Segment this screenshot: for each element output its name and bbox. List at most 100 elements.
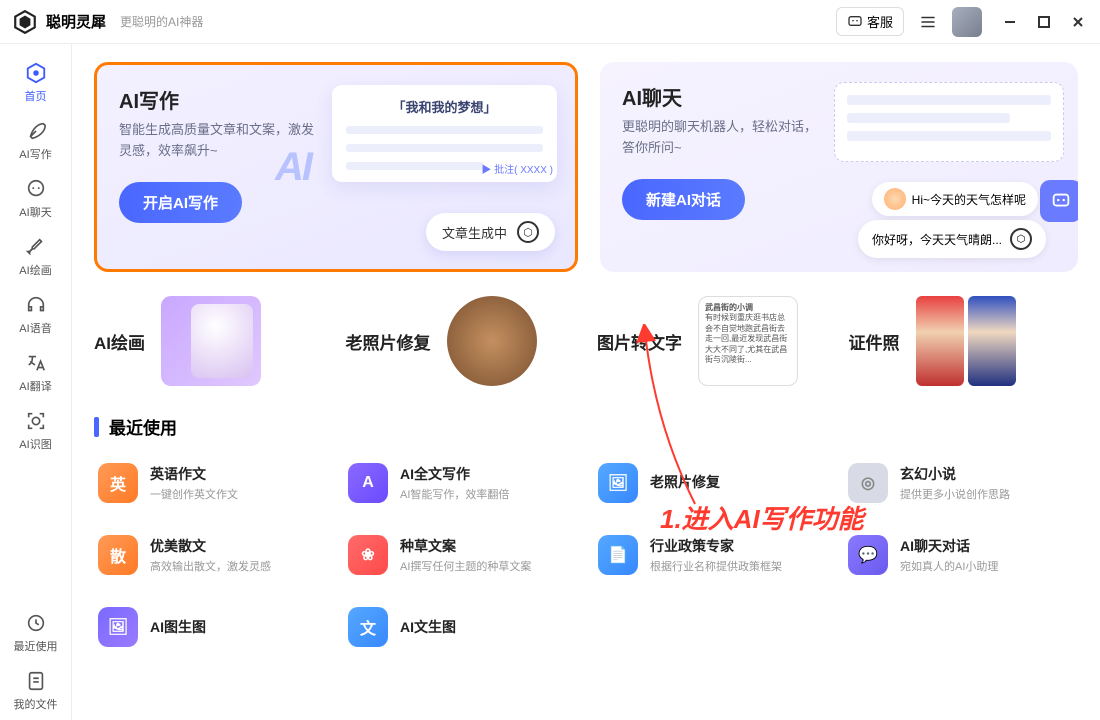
recent-desc: 一键创作英文作文 (150, 486, 238, 502)
headphone-icon (25, 294, 47, 316)
recent-title: 种草文案 (400, 536, 531, 556)
sidebar-item-label: AI绘画 (19, 262, 51, 278)
hero-card-writing[interactable]: AI写作 智能生成高质量文章和文案，激发灵感，效率飙升~ 开启AI写作 AI 「… (94, 62, 578, 272)
recent-icon: 🖼 (98, 607, 138, 647)
category-thumb-id (916, 296, 1016, 386)
hero-row: AI写作 智能生成高质量文章和文案，激发灵感，效率飙升~ 开启AI写作 AI 「… (94, 62, 1078, 272)
scan-icon (25, 410, 47, 432)
maximize-button[interactable] (1034, 12, 1054, 32)
recent-section-title: 最近使用 (109, 414, 177, 439)
sidebar-item-chat[interactable]: AI聊天 (6, 170, 66, 228)
sidebar-item-translate[interactable]: AI翻译 (6, 344, 66, 402)
recent-title: 优美散文 (150, 536, 271, 556)
sidebar-item-home[interactable]: 首页 (6, 54, 66, 112)
start-writing-button[interactable]: 开启AI写作 (119, 182, 242, 223)
sidebar: 首页 AI写作 AI聊天 AI绘画 AI语音 AI翻译 AI识图 最近使用 我的… (0, 44, 72, 720)
recent-title: 老照片修复 (650, 472, 720, 492)
category-card-draw[interactable]: AI绘画 (94, 296, 324, 386)
app-name: 聪明灵犀 (46, 11, 106, 32)
sidebar-item-vision[interactable]: AI识图 (6, 402, 66, 460)
recent-desc: 高效输出散文，激发灵感 (150, 558, 271, 574)
app-logo-icon (12, 9, 38, 35)
sidebar-item-label: 我的文件 (14, 696, 58, 712)
recent-desc: 根据行业名称提供政策框架 (650, 558, 782, 574)
sidebar-item-writing[interactable]: AI写作 (6, 112, 66, 170)
recent-title: 玄幻小说 (900, 464, 1010, 484)
recent-title: AI聊天对话 (900, 536, 998, 556)
category-card-id-photo[interactable]: 证件照 (849, 296, 1079, 386)
menu-icon (919, 13, 937, 31)
section-accent-bar (94, 417, 99, 437)
recent-item-policy[interactable]: 📄行业政策专家根据行业名称提供政策框架 (594, 527, 828, 583)
chat-float-icon (1040, 180, 1078, 222)
category-title: 证件照 (849, 329, 900, 354)
recent-icon: 文 (348, 607, 388, 647)
minimize-button[interactable] (1000, 12, 1020, 32)
brush-icon (25, 236, 47, 258)
recent-icon: 散 (98, 535, 138, 575)
category-row: AI绘画 老照片修复 图片转文字 武昌街的小调 有时候到重庆逛书店总会不自觉地跑… (94, 296, 1078, 386)
recent-title: AI图生图 (150, 617, 206, 637)
sidebar-item-draw[interactable]: AI绘画 (6, 228, 66, 286)
chat-preview (834, 82, 1064, 162)
recent-icon: ◎ (848, 463, 888, 503)
file-icon (25, 670, 47, 692)
recent-item-english[interactable]: 英英语作文一键创作英文作文 (94, 455, 328, 511)
translate-icon (25, 352, 47, 374)
hero-chat-subtitle: 更聪明的聊天机器人，轻松对话，答你所问~ (622, 117, 822, 159)
recent-item-restore[interactable]: 🖼老照片修复 (594, 455, 828, 511)
hamburger-menu-button[interactable] (914, 8, 942, 36)
sidebar-item-label: 最近使用 (14, 638, 58, 654)
close-button[interactable] (1068, 12, 1088, 32)
category-card-ocr[interactable]: 图片转文字 武昌街的小调 有时候到重庆逛书店总会不自觉地跑武昌街去走一回,最近发… (597, 296, 827, 386)
recent-item-seed[interactable]: ❀种草文案AI撰写任何主题的种草文案 (344, 527, 578, 583)
recent-desc: 提供更多小说创作思路 (900, 486, 1010, 502)
titlebar: 聪明灵犀 更聪明的AI神器 客服 (0, 0, 1100, 44)
recent-item-novel[interactable]: ◎ 玄幻小说提供更多小说创作思路 (844, 455, 1078, 511)
customer-service-button[interactable]: 客服 (836, 7, 904, 36)
hex-avatar-icon: ⬡ (1010, 228, 1032, 250)
category-thumb-photo (447, 296, 537, 386)
recent-item-img2img[interactable]: 🖼 AI图生图 (94, 599, 328, 655)
sidebar-item-files[interactable]: 我的文件 (6, 662, 66, 720)
sidebar-item-recent[interactable]: 最近使用 (6, 604, 66, 662)
sidebar-item-voice[interactable]: AI语音 (6, 286, 66, 344)
hex-spinner-icon: ⬡ (517, 221, 539, 243)
recent-item-fullwrite[interactable]: AAI全文写作AI智能写作，效率翻倍 (344, 455, 578, 511)
category-card-photo-restore[interactable]: 老照片修复 (346, 296, 576, 386)
app-tagline: 更聪明的AI神器 (120, 13, 203, 30)
recent-item-chatdlg[interactable]: 💬AI聊天对话宛如真人的AI小助理 (844, 527, 1078, 583)
category-thumb-draw (161, 296, 261, 386)
chat-sample-bubble-1: Hi~今天的天气怎样呢 (872, 182, 1038, 216)
new-chat-button[interactable]: 新建AI对话 (622, 179, 745, 220)
chat-icon (847, 14, 863, 30)
sidebar-item-label: AI语音 (19, 320, 51, 336)
clock-icon (25, 612, 47, 634)
recent-section-header: 最近使用 (94, 414, 1078, 439)
sidebar-item-label: AI翻译 (19, 378, 51, 394)
recent-title: AI文生图 (400, 617, 456, 637)
chat-bubble-text: 你好呀，今天天气晴朗... (872, 231, 1002, 248)
category-thumb-ocr: 武昌街的小调 有时候到重庆逛书店总会不自觉地跑武昌街去走一回,最近发现武昌街大大… (698, 296, 798, 386)
user-avatar[interactable] (952, 7, 982, 37)
category-title: AI绘画 (94, 329, 145, 354)
recent-desc: AI撰写任何主题的种草文案 (400, 558, 531, 574)
recent-desc: AI智能写作，效率翻倍 (400, 486, 509, 502)
sidebar-item-label: AI识图 (19, 436, 51, 452)
feather-icon (25, 120, 47, 142)
recent-desc: 宛如真人的AI小助理 (900, 558, 998, 574)
chat-bubble-text: Hi~今天的天气怎样呢 (912, 191, 1026, 208)
recent-item-txt2img[interactable]: 文 AI文生图 (344, 599, 578, 655)
hero-card-chat[interactable]: AI聊天 更聪明的聊天机器人，轻松对话，答你所问~ 新建AI对话 Hi~今天的天… (600, 62, 1078, 272)
chat-preview-box (834, 82, 1064, 162)
writing-annotation-note: ▶ 批注( XXXX ) (481, 161, 553, 176)
sample-avatar-icon (884, 188, 906, 210)
customer-service-label: 客服 (867, 12, 893, 31)
sidebar-item-label: AI聊天 (19, 204, 51, 220)
recent-title: 英语作文 (150, 464, 238, 484)
generating-status-pill: 文章生成中 ⬡ (426, 213, 555, 251)
recent-item-prose[interactable]: 散优美散文高效输出散文，激发灵感 (94, 527, 328, 583)
category-title: 图片转文字 (597, 329, 682, 354)
sidebar-item-label: AI写作 (19, 146, 51, 162)
recent-grid: 英英语作文一键创作英文作文 AAI全文写作AI智能写作，效率翻倍 🖼老照片修复 … (94, 455, 1078, 655)
